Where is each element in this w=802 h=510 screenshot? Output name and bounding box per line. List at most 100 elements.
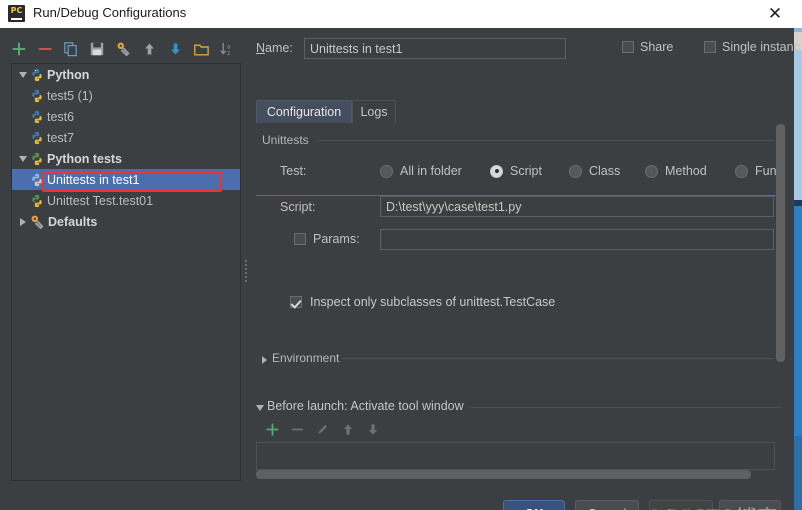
single-instance-checkbox[interactable]: Single instanc: [704, 40, 800, 54]
share-checkbox[interactable]: Share: [622, 40, 673, 54]
configuration-tree-toolbar: a z: [6, 36, 246, 62]
move-task-up-button: [335, 418, 360, 440]
tree-node-test5[interactable]: test5 (1): [12, 85, 240, 106]
help-button[interactable]: Help: [719, 500, 781, 510]
scrollbar-thumb[interactable]: [256, 470, 751, 479]
inspect-subclasses-label: Inspect only subclasses of unittest.Test…: [310, 295, 556, 309]
radio-button-selected: [490, 164, 503, 178]
tree-node-defaults[interactable]: Defaults: [12, 211, 240, 232]
background-window-sliver: [793, 0, 802, 510]
chevron-down-icon[interactable]: [256, 405, 264, 411]
move-up-button[interactable]: [136, 37, 162, 61]
python-test-icon: [30, 152, 44, 166]
pycharm-pc-icon: PC: [8, 5, 25, 22]
chevron-right-icon[interactable]: [16, 211, 30, 232]
tree-node-python-tests[interactable]: Python tests: [12, 148, 240, 169]
before-launch-toolbar: [260, 418, 385, 440]
radio-label: Class: [589, 164, 621, 178]
params-checkbox[interactable]: Params:: [294, 232, 360, 246]
remove-task-button: [285, 418, 310, 440]
edit-defaults-wrench-icon[interactable]: [110, 37, 136, 61]
environment-section-header[interactable]: Environment: [262, 351, 774, 366]
svg-text:z: z: [227, 50, 230, 56]
ok-button[interactable]: OK: [503, 500, 565, 510]
tree-node-unittest-test-test01[interactable]: Unittest Test.test01: [12, 190, 240, 211]
add-task-button[interactable]: [260, 418, 285, 440]
add-configuration-button[interactable]: [6, 37, 32, 61]
radio-label: Method: [665, 164, 707, 178]
before-launch-task-list[interactable]: [256, 442, 775, 470]
python-icon: [30, 89, 44, 103]
radio-button: [735, 164, 748, 178]
chevron-down-icon[interactable]: [16, 64, 30, 85]
apply-button[interactable]: Apply: [649, 500, 713, 510]
python-icon: [30, 68, 44, 82]
sort-az-icon[interactable]: a z: [214, 37, 240, 61]
configuration-tree[interactable]: Python test5 (1) test6 test7 Python test…: [11, 63, 241, 481]
share-label: Share: [640, 40, 674, 54]
radio-function[interactable]: Funct: [735, 164, 781, 178]
tree-node-label: Unittests in test1: [47, 172, 140, 187]
horizontal-scrollbar[interactable]: [256, 470, 751, 479]
radio-class[interactable]: Class: [569, 164, 620, 178]
tree-node-label: Defaults: [48, 214, 98, 229]
tree-node-label: Unittest Test.test01: [47, 193, 154, 208]
scrollbar-thumb[interactable]: [776, 124, 785, 362]
cancel-button[interactable]: Cancel: [575, 500, 639, 510]
config-tabs: Configuration Logs: [256, 100, 781, 196]
single-instance-label: Single instanc: [722, 40, 800, 54]
tree-node-label: Python: [47, 67, 90, 82]
radio-script[interactable]: Script: [490, 164, 542, 178]
panel-splitter-handle[interactable]: [244, 258, 248, 288]
before-launch-title: Before launch: Activate tool window: [267, 399, 464, 413]
checkbox-box: [294, 233, 306, 245]
new-folder-icon[interactable]: [188, 37, 214, 61]
checkbox-box: [704, 41, 716, 53]
copy-configuration-button[interactable]: [58, 37, 84, 61]
test-label: Test:: [280, 164, 307, 178]
tab-configuration[interactable]: Configuration: [256, 100, 352, 123]
radio-button: [569, 164, 582, 178]
tab-logs[interactable]: Logs: [352, 100, 396, 123]
checkbox-box: [622, 41, 634, 53]
tree-node-python[interactable]: Python: [12, 64, 240, 85]
move-task-down-button: [360, 418, 385, 440]
python-icon: [30, 131, 44, 145]
dialog-title: Run/Debug Configurations: [33, 5, 187, 20]
params-label: Params:: [313, 232, 360, 246]
radio-method[interactable]: Method: [645, 164, 707, 178]
script-label: Script:: [280, 200, 316, 214]
chevron-down-icon[interactable]: [16, 148, 30, 169]
configuration-vertical-scrollbar[interactable]: [776, 124, 785, 369]
edit-task-pencil-icon: [310, 418, 335, 440]
dialog-body: a z Python test5 (1) test6 test7 Python …: [0, 28, 800, 510]
tree-node-test7[interactable]: test7: [12, 127, 240, 148]
tree-node-label: test7: [47, 130, 75, 145]
tree-node-label: test6: [47, 109, 75, 124]
save-configuration-button[interactable]: [84, 37, 110, 61]
move-down-button[interactable]: [162, 37, 188, 61]
remove-configuration-button[interactable]: [32, 37, 58, 61]
chevron-right-icon: [262, 356, 267, 364]
close-icon[interactable]: ✕: [764, 3, 786, 25]
environment-label: Environment: [272, 351, 340, 365]
run-debug-configurations-dialog: PC Run/Debug Configurations ✕ a z Python…: [0, 0, 800, 510]
python-test-icon: [30, 173, 44, 187]
before-launch-divider: [471, 407, 781, 408]
configuration-pane: Unittests Test: All in folder Script Cla…: [256, 124, 781, 384]
tree-node-unittests-in-test1[interactable]: Unittests in test1: [12, 169, 240, 190]
unittests-group-line: [318, 140, 774, 141]
python-test-icon: [30, 194, 44, 208]
script-path-input[interactable]: [380, 196, 774, 217]
checkbox-box-checked: [290, 296, 302, 308]
screenshot-root: PC Run/Debug Configurations ✕ a z Python…: [0, 0, 802, 510]
radio-button: [380, 164, 393, 178]
params-input[interactable]: [380, 229, 774, 250]
tree-node-label: Python tests: [47, 151, 123, 166]
tree-node-label: test5 (1): [47, 88, 93, 103]
inspect-subclasses-checkbox[interactable]: Inspect only subclasses of unittest.Test…: [290, 295, 555, 309]
tree-node-test6[interactable]: test6: [12, 106, 240, 127]
name-input[interactable]: [304, 38, 566, 59]
environment-divider: [342, 358, 774, 359]
radio-all-in-folder[interactable]: All in folder: [380, 164, 462, 178]
